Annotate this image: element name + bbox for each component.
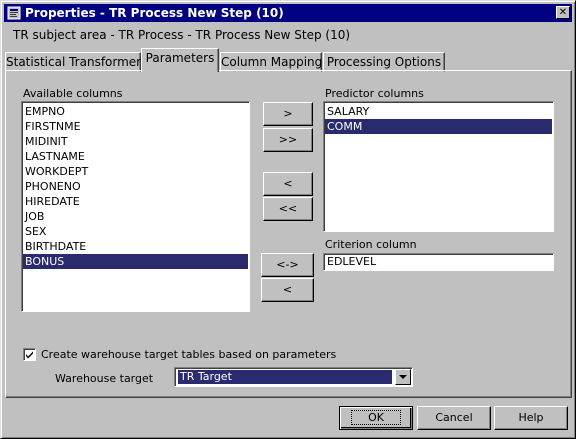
list-item[interactable]: SALARY bbox=[325, 104, 552, 119]
list-item[interactable]: BIRTHDATE bbox=[23, 239, 248, 254]
list-item[interactable]: FIRSTNME bbox=[23, 119, 248, 134]
predictor-columns-list[interactable]: SALARY COMM bbox=[323, 101, 554, 232]
list-item-selected[interactable]: COMM bbox=[325, 119, 552, 134]
list-item-selected[interactable]: BONUS bbox=[23, 254, 248, 269]
tab-column-mapping[interactable]: Column Mapping bbox=[220, 52, 322, 72]
ok-button[interactable]: OK bbox=[339, 406, 413, 430]
add-column-button[interactable]: > bbox=[263, 102, 313, 126]
checkmark-icon bbox=[26, 351, 33, 359]
warehouse-target-label: Warehouse target bbox=[55, 372, 154, 385]
window-title: Properties - TR Process New Step (10) bbox=[25, 6, 284, 20]
create-tables-label[interactable]: Create warehouse target tables based on … bbox=[41, 348, 336, 361]
criterion-column-field[interactable]: EDLEVEL bbox=[323, 253, 554, 271]
list-item[interactable]: MIDINIT bbox=[23, 134, 248, 149]
remove-column-button[interactable]: < bbox=[263, 172, 313, 196]
set-criterion-button[interactable]: <-> bbox=[261, 253, 314, 277]
list-item[interactable]: EMPNO bbox=[23, 104, 248, 119]
subject-area-path: TR subject area - TR Process - TR Proces… bbox=[13, 28, 351, 42]
cancel-button[interactable]: Cancel bbox=[417, 406, 491, 430]
add-all-columns-button[interactable]: >> bbox=[263, 128, 313, 152]
criterion-column-label: Criterion column bbox=[325, 238, 417, 251]
remove-criterion-button[interactable]: < bbox=[261, 278, 314, 302]
tab-processing-options[interactable]: Processing Options bbox=[323, 52, 445, 72]
title-bar[interactable]: Properties - TR Process New Step (10) ✕ bbox=[4, 4, 572, 22]
close-icon: ✕ bbox=[558, 7, 568, 18]
list-item[interactable]: HIREDATE bbox=[23, 194, 248, 209]
warehouse-target-select[interactable]: TR Target bbox=[174, 367, 413, 387]
dropdown-button[interactable] bbox=[395, 369, 411, 385]
available-columns-label: Available columns bbox=[23, 87, 123, 100]
list-item[interactable]: PHONENO bbox=[23, 179, 248, 194]
predictor-columns-label: Predictor columns bbox=[325, 87, 424, 100]
list-item[interactable]: LASTNAME bbox=[23, 149, 248, 164]
tab-statistical-transformer[interactable]: Statistical Transformer bbox=[5, 52, 141, 72]
properties-dialog: Properties - TR Process New Step (10) ✕ … bbox=[0, 0, 576, 439]
ok-label: OK bbox=[351, 410, 401, 425]
available-columns-list[interactable]: EMPNO FIRSTNME MIDINIT LASTNAME WORKDEPT… bbox=[21, 101, 250, 312]
close-button[interactable]: ✕ bbox=[556, 6, 570, 19]
help-button[interactable]: Help bbox=[494, 406, 568, 430]
list-item[interactable]: JOB bbox=[23, 209, 248, 224]
chevron-down-icon bbox=[399, 375, 407, 379]
create-tables-checkbox[interactable] bbox=[23, 348, 36, 361]
remove-all-columns-button[interactable]: << bbox=[263, 197, 313, 221]
tab-parameters[interactable]: Parameters bbox=[141, 48, 219, 72]
list-item[interactable]: WORKDEPT bbox=[23, 164, 248, 179]
warehouse-target-value: TR Target bbox=[178, 370, 392, 384]
list-item[interactable]: SEX bbox=[23, 224, 248, 239]
properties-icon bbox=[7, 6, 21, 20]
